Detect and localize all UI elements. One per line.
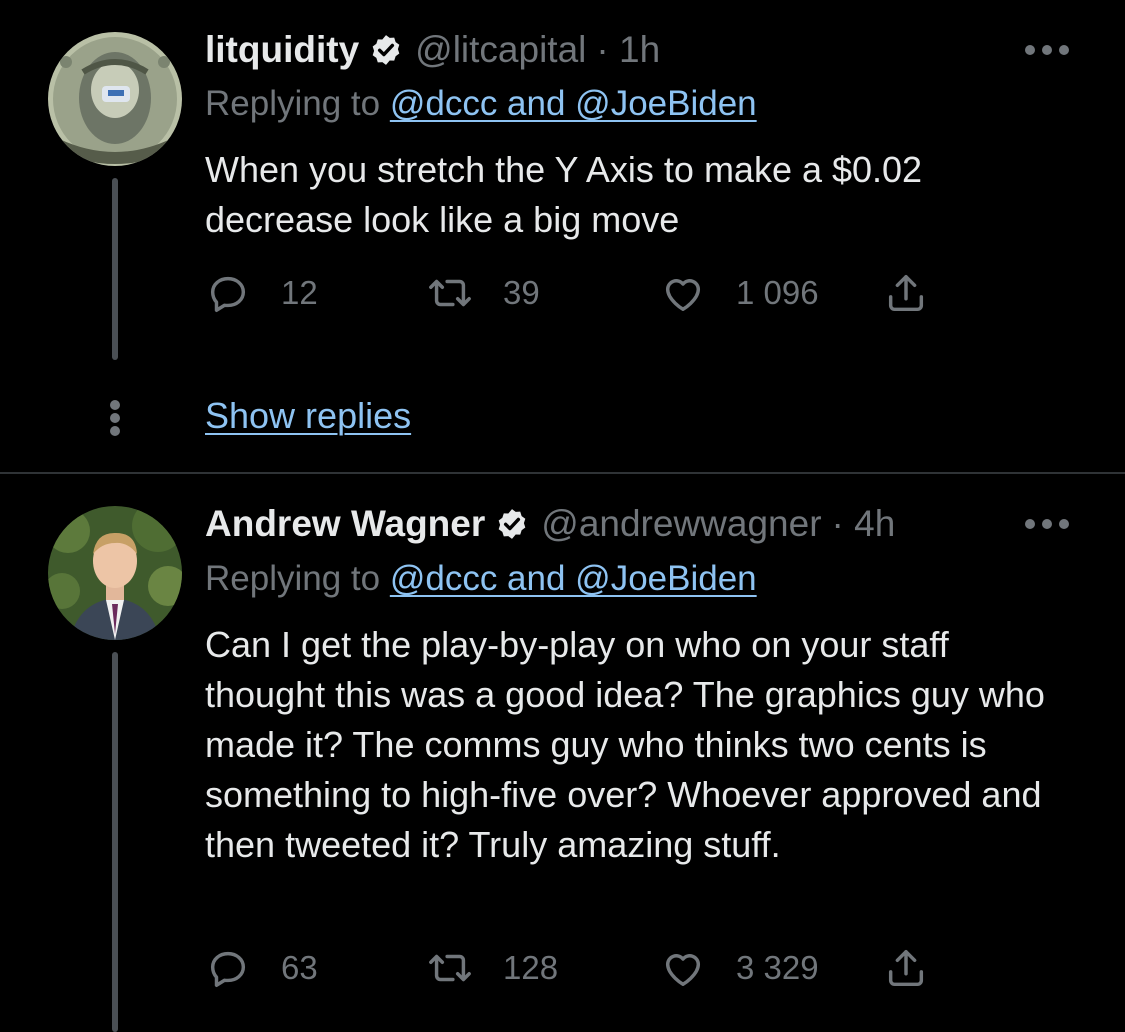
like-count: 3 329	[736, 949, 819, 986]
reply-button[interactable]: 63	[205, 943, 318, 993]
reply-icon	[210, 951, 246, 987]
like-icon	[665, 954, 701, 987]
retweet-count: 128	[503, 949, 559, 986]
share-button[interactable]	[883, 943, 929, 993]
thread-line	[112, 652, 118, 1032]
tweet-time[interactable]: · 4h	[832, 502, 896, 546]
author-name[interactable]: Andrew Wagner	[205, 502, 485, 546]
verified-badge-icon	[498, 509, 526, 539]
author-handle[interactable]: @andrewwagner	[541, 502, 821, 546]
replying-to-link[interactable]: @dccc and @JoeBiden	[390, 559, 757, 598]
more-icon	[1025, 519, 1035, 529]
retweet-icon	[429, 954, 471, 982]
retweet-button[interactable]: 128	[427, 943, 558, 993]
replying-prefix: Replying to	[205, 559, 390, 598]
share-icon	[888, 949, 924, 987]
reply-count: 63	[281, 949, 318, 986]
tweet-actions: 63 128 3 329	[205, 943, 965, 993]
avatar[interactable]	[48, 506, 182, 640]
replying-to: Replying to @dccc and @JoeBiden	[205, 557, 757, 601]
tweet[interactable]: Andrew Wagner @andrewwagner · 4h Replyin…	[0, 0, 1125, 1032]
more-options-button[interactable]	[1025, 517, 1071, 531]
tweet-header: Andrew Wagner @andrewwagner · 4h	[205, 502, 895, 546]
tweet-text: Can I get the play-by-play on who on you…	[205, 624, 1045, 865]
like-button[interactable]: 3 329	[660, 943, 819, 993]
